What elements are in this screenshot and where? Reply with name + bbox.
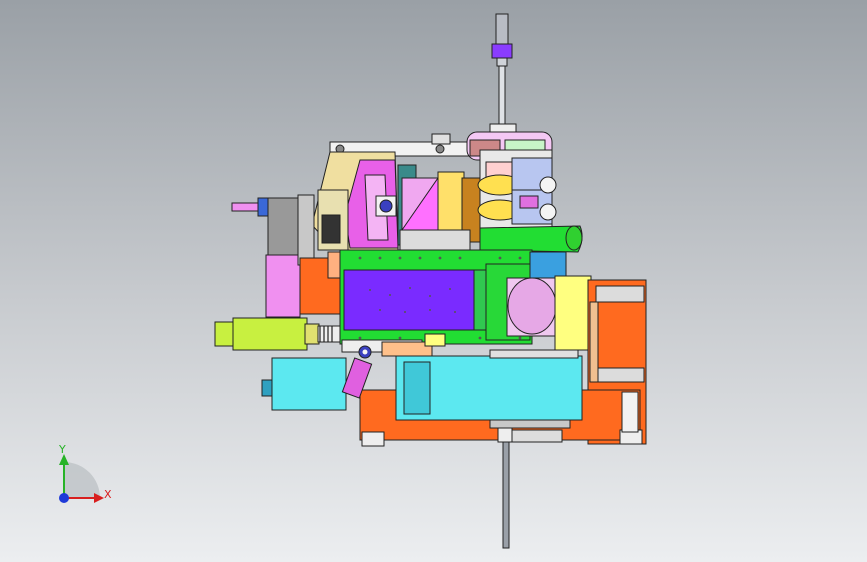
green-base-plate <box>339 249 533 345</box>
x-axis-label: X <box>104 488 112 501</box>
right-rollers <box>477 149 583 253</box>
y-axis-label: Y <box>58 443 66 456</box>
orange-blocks-left <box>299 251 345 315</box>
triad-plane <box>64 462 100 498</box>
cad-assembly-drawing[interactable]: Y X <box>0 0 867 562</box>
top-cylinder <box>489 13 517 135</box>
cyan-motor <box>261 349 583 429</box>
cad-viewport[interactable]: Y X <box>0 0 867 562</box>
lower-rod <box>497 427 563 549</box>
axis-triad: Y X <box>58 443 112 503</box>
lime-motor <box>214 317 341 351</box>
z-axis-dot <box>59 493 69 503</box>
